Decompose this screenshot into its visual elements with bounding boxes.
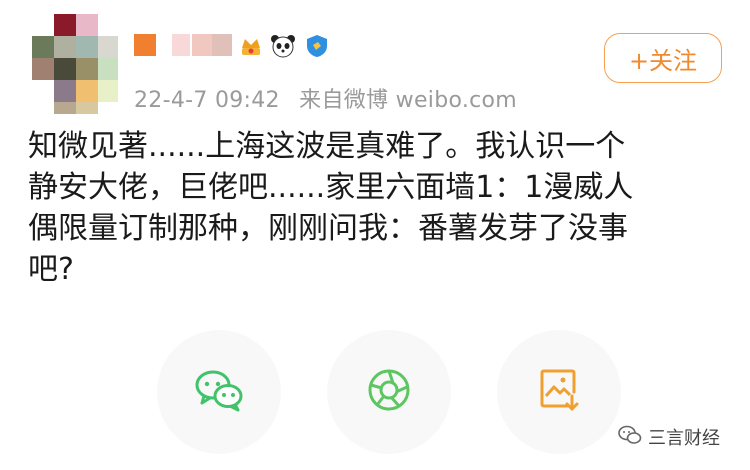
post-line: 静安大佬，巨佬吧......家里六面墙1：1漫威人 [28,170,634,205]
post-source: 来自微博 weibo.com [299,88,518,113]
save-image-button[interactable] [497,330,621,454]
post-meta: 22-4-7 09:42 来自微博 weibo.com [134,82,529,114]
follow-label: +关注 [628,46,698,75]
watermark-text: 三言财经 [648,428,720,449]
wechat-icon [194,368,244,416]
watermark: 三言财经 [618,424,720,450]
panda-icon [270,33,296,59]
post-content: 知微见著......上海这波是真难了。我认识一个 静安大佬，巨佬吧......家… [28,126,728,290]
shield-icon [304,33,330,59]
post-line: 知微见著......上海这波是真难了。我认识一个 [28,129,626,164]
post-line: 偶限量订制那种，刚刚问我：番薯发芽了没事 [28,211,628,246]
follow-button[interactable]: +关注 [604,33,722,83]
wechat-logo-icon [618,425,642,449]
crown-icon [238,33,264,59]
avatar[interactable] [32,14,122,114]
wechat-share-button[interactable] [157,330,281,454]
post-line: 吧? [28,252,74,287]
moments-icon [366,367,412,417]
save-image-icon [539,368,579,416]
timestamp: 22-4-7 09:42 [134,88,280,113]
moments-share-button[interactable] [327,330,451,454]
